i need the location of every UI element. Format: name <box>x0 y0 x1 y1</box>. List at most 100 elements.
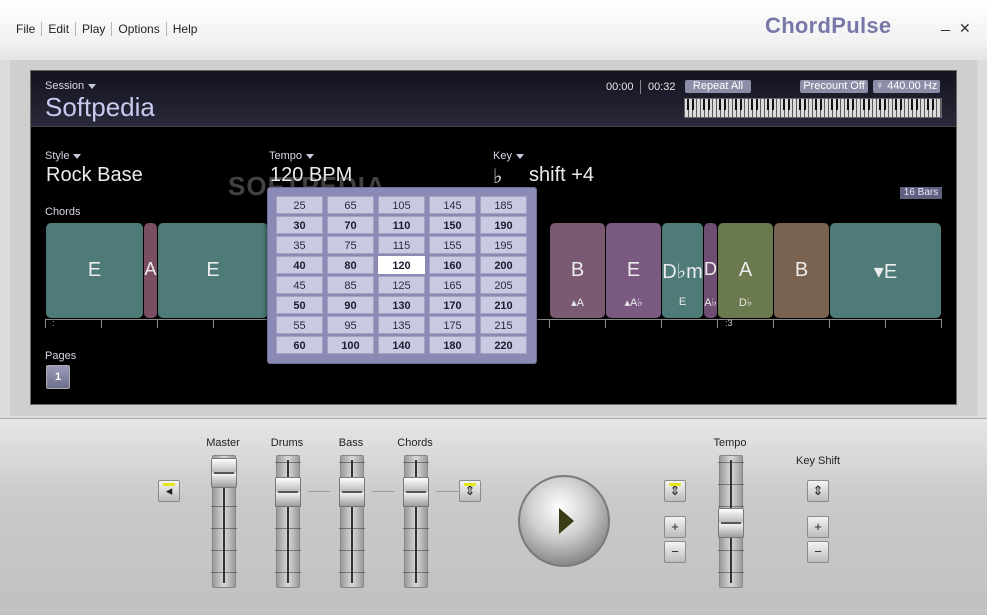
tempo-option[interactable]: 140 <box>378 336 425 354</box>
tempo-option[interactable]: 110 <box>378 216 425 234</box>
tempo-option[interactable]: 30 <box>276 216 323 234</box>
tempo-minus-button[interactable]: − <box>664 541 686 563</box>
menu-play[interactable]: Play <box>76 22 111 36</box>
menu-edit[interactable]: Edit <box>42 22 75 36</box>
tempo-option[interactable]: 185 <box>480 196 527 214</box>
repeat-button[interactable]: Repeat All <box>685 80 751 93</box>
tempo-option[interactable]: 70 <box>327 216 374 234</box>
precount-button[interactable]: Precount Off <box>800 80 868 93</box>
tempo-option[interactable]: 170 <box>429 296 476 314</box>
tempo-option[interactable]: 175 <box>429 316 476 334</box>
session-name[interactable]: Softpedia <box>45 92 155 123</box>
tempo-option[interactable]: 50 <box>276 296 323 314</box>
tempo-reset-button[interactable]: ⇕ <box>664 480 686 502</box>
slider-thumb[interactable] <box>211 458 237 488</box>
chord-block[interactable]: E ▴A♭ <box>606 223 661 318</box>
flat-icon: ♭ <box>493 166 503 188</box>
bass-slider[interactable] <box>339 455 365 588</box>
style-value[interactable]: Rock Base <box>46 164 143 187</box>
tempo-option[interactable]: 160 <box>429 256 476 274</box>
link-line <box>436 491 458 492</box>
tempo-option[interactable]: 190 <box>480 216 527 234</box>
chord-block[interactable]: E <box>46 223 143 318</box>
tempo-option[interactable]: 210 <box>480 296 527 314</box>
master-slider[interactable] <box>211 455 237 588</box>
chord-block[interactable]: B ▴A <box>550 223 605 318</box>
tempo-option[interactable]: 180 <box>429 336 476 354</box>
session-label[interactable]: Session <box>45 80 97 92</box>
minimize-button[interactable]: _ <box>941 15 950 33</box>
tempo-option[interactable]: 130 <box>378 296 425 314</box>
tempo-option[interactable]: 25 <box>276 196 323 214</box>
tempo-option[interactable]: 200 <box>480 256 527 274</box>
tempo-option[interactable]: 115 <box>378 236 425 254</box>
tempo-option[interactable]: 100 <box>327 336 374 354</box>
tempo-option[interactable]: 45 <box>276 276 323 294</box>
close-button[interactable]: ✕ <box>959 20 971 37</box>
time-elapsed: 00:00 <box>606 81 634 93</box>
play-button[interactable] <box>518 475 610 567</box>
chord-block[interactable]: D A♭ <box>704 223 717 318</box>
tempo-option[interactable]: 125 <box>378 276 425 294</box>
tempo-option[interactable]: 120 <box>378 256 425 274</box>
tempo-option[interactable]: 135 <box>378 316 425 334</box>
chord-name: A <box>144 259 157 279</box>
chord-sub: ▴A <box>571 297 584 309</box>
tempo-option[interactable]: 85 <box>327 276 374 294</box>
tempo-label[interactable]: Tempo <box>269 150 315 162</box>
tempo-option[interactable]: 55 <box>276 316 323 334</box>
tempo-option[interactable]: 95 <box>327 316 374 334</box>
chord-block[interactable]: A <box>144 223 157 318</box>
style-label[interactable]: Style <box>45 150 82 162</box>
slider-thumb[interactable] <box>275 477 301 507</box>
mute-button[interactable]: ◂ <box>158 480 180 502</box>
indicator-led <box>464 483 476 486</box>
tempo-option[interactable]: 105 <box>378 196 425 214</box>
page-button[interactable]: 1 <box>46 365 70 389</box>
tuning-button[interactable]: ♀ 440.00 Hz <box>873 80 940 93</box>
tempo-option[interactable]: 205 <box>480 276 527 294</box>
menu-help[interactable]: Help <box>167 22 204 36</box>
slider-thumb[interactable] <box>718 508 744 538</box>
menu-options[interactable]: Options <box>112 22 165 36</box>
slider-thumb[interactable] <box>403 477 429 507</box>
tempo-option[interactable]: 80 <box>327 256 374 274</box>
slider-thumb[interactable] <box>339 477 365 507</box>
tempo-option[interactable]: 165 <box>429 276 476 294</box>
tempo-option[interactable]: 90 <box>327 296 374 314</box>
chords-slider[interactable] <box>403 455 429 588</box>
key-label[interactable]: Key <box>493 150 524 162</box>
tempo-plus-button[interactable]: + <box>664 516 686 538</box>
chord-block[interactable]: B <box>774 223 829 318</box>
app-title: ChordPulse <box>765 13 892 38</box>
tempo-option[interactable]: 220 <box>480 336 527 354</box>
chord-block[interactable]: ▾E <box>830 223 941 318</box>
key-shift-reset-button[interactable]: ⇕ <box>807 480 829 502</box>
tempo-option[interactable]: 40 <box>276 256 323 274</box>
chord-block[interactable]: E <box>158 223 268 318</box>
key-shift-plus-button[interactable]: + <box>807 516 829 538</box>
tempo-option[interactable]: 215 <box>480 316 527 334</box>
volume-reset-button[interactable]: ⇕ <box>459 480 481 502</box>
tempo-option[interactable]: 60 <box>276 336 323 354</box>
piano-keyboard[interactable] <box>684 98 942 118</box>
drums-slider[interactable] <box>275 455 301 588</box>
chevron-down-icon <box>88 83 97 89</box>
chord-block[interactable]: D♭m E <box>662 223 703 318</box>
tempo-slider[interactable] <box>718 455 744 588</box>
indicator-led <box>669 483 681 486</box>
chord-block[interactable]: A D♭ <box>718 223 773 318</box>
tempo-option[interactable]: 75 <box>327 236 374 254</box>
tempo-option[interactable]: 35 <box>276 236 323 254</box>
menu-file[interactable]: File <box>10 22 41 36</box>
tempo-option[interactable]: 65 <box>327 196 374 214</box>
tempo-option[interactable]: 195 <box>480 236 527 254</box>
bass-label: Bass <box>338 437 364 449</box>
tempo-option[interactable]: 150 <box>429 216 476 234</box>
key-shift-minus-button[interactable]: − <box>807 541 829 563</box>
bars-badge[interactable]: 16 Bars <box>900 187 942 199</box>
tempo-option[interactable]: 145 <box>429 196 476 214</box>
tempo-option[interactable]: 155 <box>429 236 476 254</box>
chord-sub: D♭ <box>738 297 753 309</box>
key-value[interactable]: shift +4 <box>529 164 594 187</box>
